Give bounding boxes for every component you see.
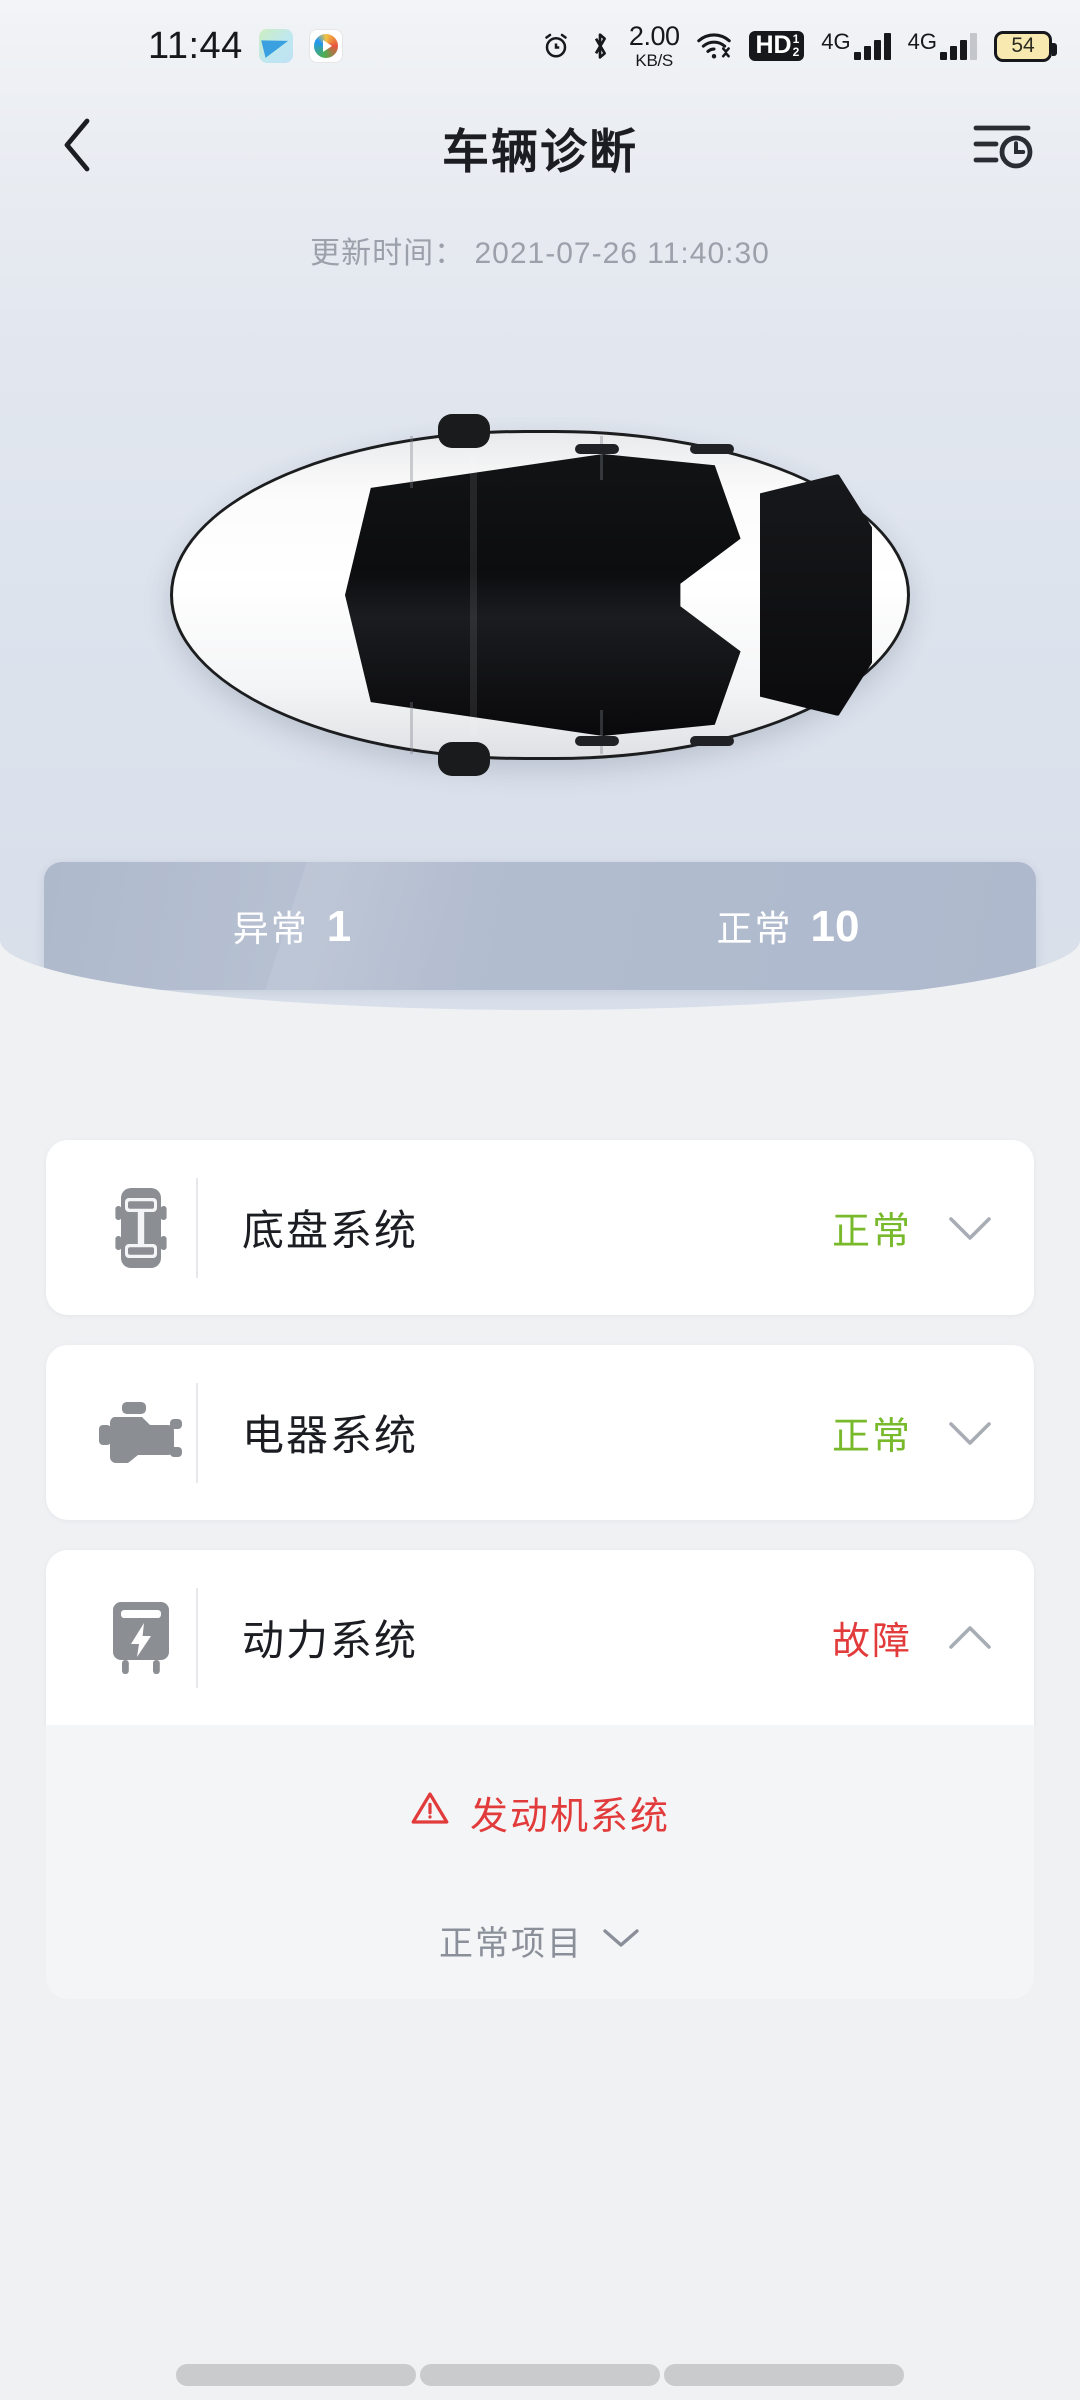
normal-summary: 正常 10 xyxy=(540,900,1036,952)
back-button[interactable] xyxy=(34,104,120,190)
abnormal-label: 异常 xyxy=(232,908,309,949)
abnormal-count: 1 xyxy=(326,902,352,951)
normal-items-label: 正常项目 xyxy=(439,1925,583,1963)
chevron-down-icon xyxy=(601,1921,641,1960)
telegram-icon xyxy=(258,29,293,63)
last-update-time: 更新时间： 2021-07-26 11:40:30 xyxy=(310,237,770,270)
status-bar-right: 2.00 KB/S HD 1 2 4G 4G 54 xyxy=(541,0,1057,92)
app-screen: 11:44 2.00 KB/S HD 1 2 4G 4G 54 车辆诊断 更新时… xyxy=(0,0,1080,2400)
status-bar-clock: 11:44 xyxy=(148,24,243,67)
battery-level-label: 54 xyxy=(1011,34,1035,57)
card-divider xyxy=(196,1587,198,1688)
vehicle-illustration xyxy=(0,380,1080,810)
sim2-signal-indicator: 4G xyxy=(907,28,977,62)
network-speed-value: 2.00 xyxy=(628,21,680,51)
car-door-seam xyxy=(410,436,413,488)
network-speed-indicator: 2.00 KB/S xyxy=(628,21,680,70)
system-name: 电器系统 xyxy=(242,1412,419,1459)
car-door-seam xyxy=(410,702,413,754)
car-rear-window xyxy=(760,474,872,716)
car-top-view xyxy=(170,414,910,776)
hd-badge-label: HD xyxy=(755,30,792,59)
header-gradient-area: 11:44 2.00 KB/S HD 1 2 4G 4G 54 车辆诊断 更新时… xyxy=(0,0,1080,1010)
chevron-down-icon[interactable] xyxy=(946,1418,994,1448)
fault-item-label: 发动机系统 xyxy=(469,1796,670,1838)
system-name: 底盘系统 xyxy=(242,1207,419,1254)
normal-items-toggle[interactable]: 正常项目 xyxy=(46,1916,1034,1965)
car-door-handle xyxy=(575,444,619,454)
alarm-icon xyxy=(541,31,571,61)
diagnosis-history-button[interactable] xyxy=(960,104,1046,190)
status-bar-left: 11:44 xyxy=(148,0,343,92)
sim2-network-label: 4G xyxy=(907,28,937,54)
chevron-up-icon[interactable] xyxy=(946,1623,994,1653)
car-door-seam xyxy=(600,436,603,480)
system-card-chassis[interactable]: 底盘系统 正常 xyxy=(46,1140,1034,1315)
system-status-badge: 正常 xyxy=(831,1211,912,1253)
chassis-icon xyxy=(86,1186,196,1270)
sim1-network-label: 4G xyxy=(821,28,851,54)
hd-badge-sim1: 1 xyxy=(792,31,800,46)
hd-voice-icon: HD 1 2 xyxy=(749,30,805,62)
video-player-icon xyxy=(308,29,343,63)
sim2-signal-bars xyxy=(940,32,977,60)
car-door-handle xyxy=(690,444,734,454)
chevron-left-icon xyxy=(55,115,99,180)
normal-label: 正常 xyxy=(716,908,793,949)
engine-icon xyxy=(86,1399,196,1467)
network-speed-unit: KB/S xyxy=(635,51,673,70)
car-mirror-left xyxy=(438,414,490,448)
battery-icon: 54 xyxy=(994,30,1057,62)
history-list-icon xyxy=(972,120,1034,175)
chevron-down-icon[interactable] xyxy=(946,1213,994,1243)
page-title: 车辆诊断 xyxy=(442,124,638,178)
nav-recents-segment[interactable] xyxy=(664,2364,904,2386)
system-list: 底盘系统 正常 电器系统 正常 动力系统 故障 发动机系统 正常项目 xyxy=(0,1140,1080,2029)
car-roof-seam xyxy=(470,454,477,736)
diagnosis-summary-bar: 异常 1 正常 10 xyxy=(44,862,1036,990)
card-divider xyxy=(196,1382,198,1483)
abnormal-summary: 异常 1 xyxy=(44,900,540,952)
power-system-details: 发动机系统 正常项目 xyxy=(46,1725,1034,1999)
warning-triangle-icon xyxy=(410,1790,450,1836)
normal-count: 10 xyxy=(810,902,860,951)
system-navigation-bar xyxy=(0,2342,1080,2400)
battery-power-icon xyxy=(86,1598,196,1678)
system-status-badge: 故障 xyxy=(831,1621,912,1663)
car-door-handle xyxy=(575,736,619,746)
wifi-icon xyxy=(696,31,732,61)
sim1-signal-indicator: 4G xyxy=(821,28,891,62)
status-bar: 11:44 2.00 KB/S HD 1 2 4G 4G 54 xyxy=(0,0,1080,92)
system-status-badge: 正常 xyxy=(831,1416,912,1458)
system-card-power[interactable]: 动力系统 故障 xyxy=(46,1550,1034,1725)
title-bar: 车辆诊断 xyxy=(0,92,1080,202)
hd-badge-sim2: 2 xyxy=(792,44,800,59)
system-name: 动力系统 xyxy=(242,1617,419,1664)
car-door-seam xyxy=(600,710,603,754)
nav-home-segment[interactable] xyxy=(420,2364,660,2386)
system-card-electrical[interactable]: 电器系统 正常 xyxy=(46,1345,1034,1520)
sim1-signal-bars xyxy=(853,32,891,60)
card-divider xyxy=(196,1177,198,1278)
nav-back-segment[interactable] xyxy=(176,2364,416,2386)
car-door-handle xyxy=(690,736,734,746)
fault-item-row[interactable]: 发动机系统 xyxy=(46,1785,1034,1840)
car-mirror-right xyxy=(438,742,490,776)
bluetooth-icon xyxy=(588,30,612,62)
